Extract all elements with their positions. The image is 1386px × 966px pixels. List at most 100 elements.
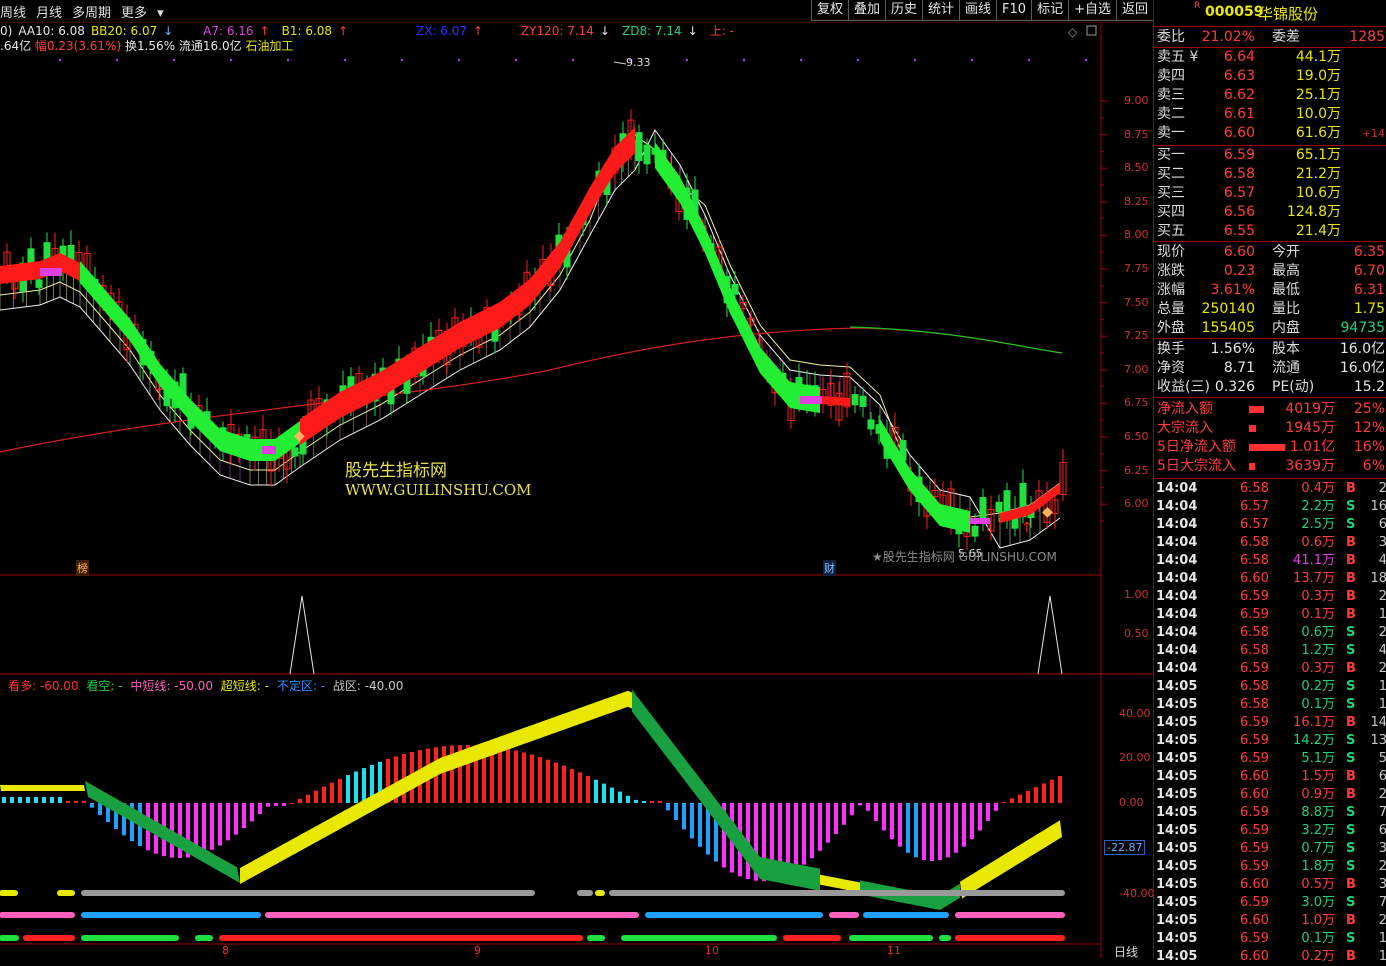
- tick-row[interactable]: 14:05 6.60 0.9万 B 2: [1154, 786, 1386, 804]
- tick-row[interactable]: 14:05 6.59 1.8万 S 2: [1154, 858, 1386, 876]
- tick-row[interactable]: 14:05 6.59 14.2万 S 13: [1154, 732, 1386, 750]
- tick-count: 2: [1378, 787, 1386, 802]
- tick-price: 6.60: [1240, 769, 1269, 784]
- trend-wave: [0, 785, 85, 791]
- ask-row[interactable]: 卖一 6.60 61.6万 +14: [1154, 124, 1386, 143]
- tick-row[interactable]: 14:05 6.60 0.2万 B 1: [1154, 948, 1386, 966]
- ask-price: 6.60: [1223, 125, 1255, 141]
- momentum-bar: [610, 787, 614, 803]
- legend-battle-zone: 战区: -40.00: [332, 679, 404, 693]
- legend-bearish: 看空: -: [86, 679, 123, 693]
- tick-volume: 3.0万: [1301, 895, 1335, 910]
- momentum-bar: [802, 803, 806, 865]
- tick-row[interactable]: 14:04 6.58 0.4万 B 2: [1154, 480, 1386, 498]
- ask-row[interactable]: 卖五 ¥ 6.64 44.1万: [1154, 48, 1386, 67]
- watermark-title: 股先生指标网: [345, 461, 447, 481]
- tick-volume: 0.5万: [1301, 877, 1335, 892]
- tick-volume: 5.1万: [1301, 751, 1335, 766]
- restore-icon[interactable]: [1086, 25, 1097, 36]
- tick-row[interactable]: 14:05 6.59 5.1万 S 5: [1154, 750, 1386, 768]
- tick-row[interactable]: 14:05 6.59 16.1万 B 14: [1154, 714, 1386, 732]
- signal-dot: [457, 58, 461, 62]
- stock-flag: R: [1194, 1, 1201, 11]
- event-mark-cai[interactable]: 财: [823, 560, 836, 576]
- ask-row[interactable]: 卖三 6.62 25.1万: [1154, 86, 1386, 105]
- momentum-bar: [970, 803, 974, 840]
- tick-row[interactable]: 14:04 6.58 41.1万 B 4: [1154, 552, 1386, 570]
- tick-row[interactable]: 14:05 6.59 8.8万 S 7: [1154, 804, 1386, 822]
- tick-row[interactable]: 14:04 6.58 1.2万 S 4: [1154, 642, 1386, 660]
- signal-dot: [856, 58, 860, 62]
- kline-chart-area[interactable]: ◇ ◆ ◆ ↑: [0, 0, 1153, 958]
- tick-time: 14:04: [1156, 535, 1198, 550]
- tick-row[interactable]: 14:05 6.58 0.1万 S 1: [1154, 696, 1386, 714]
- ask-row[interactable]: 卖二 6.61 10.0万: [1154, 105, 1386, 124]
- ask-volume: 10.0万: [1295, 106, 1341, 122]
- tick-row[interactable]: 14:05 6.60 1.0万 B 2: [1154, 912, 1386, 930]
- tick-row[interactable]: 14:04 6.58 0.6万 S 2: [1154, 624, 1386, 642]
- trend-ribbon: [820, 396, 850, 406]
- flow-bar: [1249, 425, 1257, 432]
- tick-row[interactable]: 14:04 6.59 0.3万 B 2: [1154, 660, 1386, 678]
- tick-volume: 0.6万: [1301, 535, 1335, 550]
- bid-row[interactable]: 买三 6.57 10.6万: [1154, 184, 1386, 203]
- momentum-bar: [586, 775, 590, 803]
- tick-row[interactable]: 14:05 6.59 0.7万 S 3: [1154, 840, 1386, 858]
- tick-volume: 0.2万: [1301, 949, 1335, 964]
- tick-row[interactable]: 14:05 6.59 0.1万 S 1: [1154, 930, 1386, 948]
- period-label[interactable]: 日线: [1114, 943, 1138, 960]
- tick-volume: 0.3万: [1301, 589, 1335, 604]
- tick-row[interactable]: 14:05 6.58 0.2万 S 1: [1154, 678, 1386, 696]
- order-ratio-value: 21.02%: [1201, 29, 1255, 45]
- flow-label: 5日大宗流入: [1157, 458, 1236, 474]
- tick-count: 7: [1378, 805, 1386, 820]
- tick-side: S: [1346, 895, 1356, 910]
- momentum-bar: [1042, 783, 1046, 803]
- quote-label: 外盘: [1157, 320, 1185, 336]
- divider: [1154, 241, 1386, 242]
- legend-mid-short: 中短线: -50.00: [130, 679, 213, 693]
- event-mark-bang[interactable]: 榜: [76, 560, 89, 576]
- bid-row[interactable]: 买五 6.55 21.4万: [1154, 222, 1386, 241]
- bid-row[interactable]: 买一 6.59 65.1万: [1154, 146, 1386, 165]
- tick-row[interactable]: 14:04 6.57 2.2万 S 16: [1154, 498, 1386, 516]
- x-label-aug: 8: [222, 944, 229, 957]
- quote-value: 0.23: [1223, 263, 1255, 279]
- tick-price: 6.58: [1240, 679, 1269, 694]
- tick-row[interactable]: 14:04 6.59 0.1万 B 1: [1154, 606, 1386, 624]
- tick-row[interactable]: 14:04 6.58 0.6万 B 3: [1154, 534, 1386, 552]
- momentum-bar: [58, 797, 62, 803]
- quote-value-2: 6.70: [1353, 263, 1385, 279]
- watermark-url: WWW.GUILINSHU.COM: [345, 481, 532, 499]
- diamond-signal-icon: ◆: [294, 428, 305, 444]
- bid-row[interactable]: 买二 6.58 21.2万: [1154, 165, 1386, 184]
- diamond-icon[interactable]: ◇: [1068, 25, 1078, 39]
- tick-row[interactable]: 14:05 6.59 3.2万 S 6: [1154, 822, 1386, 840]
- momentum-bar: [1002, 802, 1006, 804]
- tick-row[interactable]: 14:05 6.60 1.5万 B 6: [1154, 768, 1386, 786]
- legend-ultra-short: 超短线: -: [220, 679, 269, 693]
- flow-row: 大宗流入 1945万 12%: [1154, 419, 1386, 438]
- tick-side: S: [1346, 751, 1356, 766]
- tick-volume: 41.1万: [1293, 553, 1335, 568]
- momentum-bar: [850, 803, 854, 816]
- tick-count: 5: [1378, 751, 1386, 766]
- tick-row[interactable]: 14:04 6.57 2.5万 S 6: [1154, 516, 1386, 534]
- momentum-bar: [826, 803, 830, 843]
- tick-time: 14:05: [1156, 769, 1198, 784]
- tick-time: 14:05: [1156, 697, 1198, 712]
- ma-line-250: [849, 326, 1063, 354]
- tick-row[interactable]: 14:05 6.60 0.5万 B 3: [1154, 876, 1386, 894]
- tick-row[interactable]: 14:05 6.59 3.0万 S 7: [1154, 894, 1386, 912]
- momentum-bar: [50, 797, 54, 803]
- tick-row[interactable]: 14:04 6.60 13.7万 B 18: [1154, 570, 1386, 588]
- tick-side: B: [1346, 481, 1356, 496]
- tick-time: 14:05: [1156, 679, 1198, 694]
- tick-row[interactable]: 14:04 6.59 0.3万 B 2: [1154, 588, 1386, 606]
- momentum-bar: [666, 803, 670, 811]
- flow-pct: 12%: [1353, 420, 1385, 436]
- ask-row[interactable]: 卖四 6.63 19.0万: [1154, 67, 1386, 86]
- bid-row[interactable]: 买四 6.56 124.8万: [1154, 203, 1386, 222]
- price-tick-label: 6.25: [1124, 463, 1149, 477]
- order-ratio-row: 委比 21.02% 委差 1285: [1154, 28, 1386, 47]
